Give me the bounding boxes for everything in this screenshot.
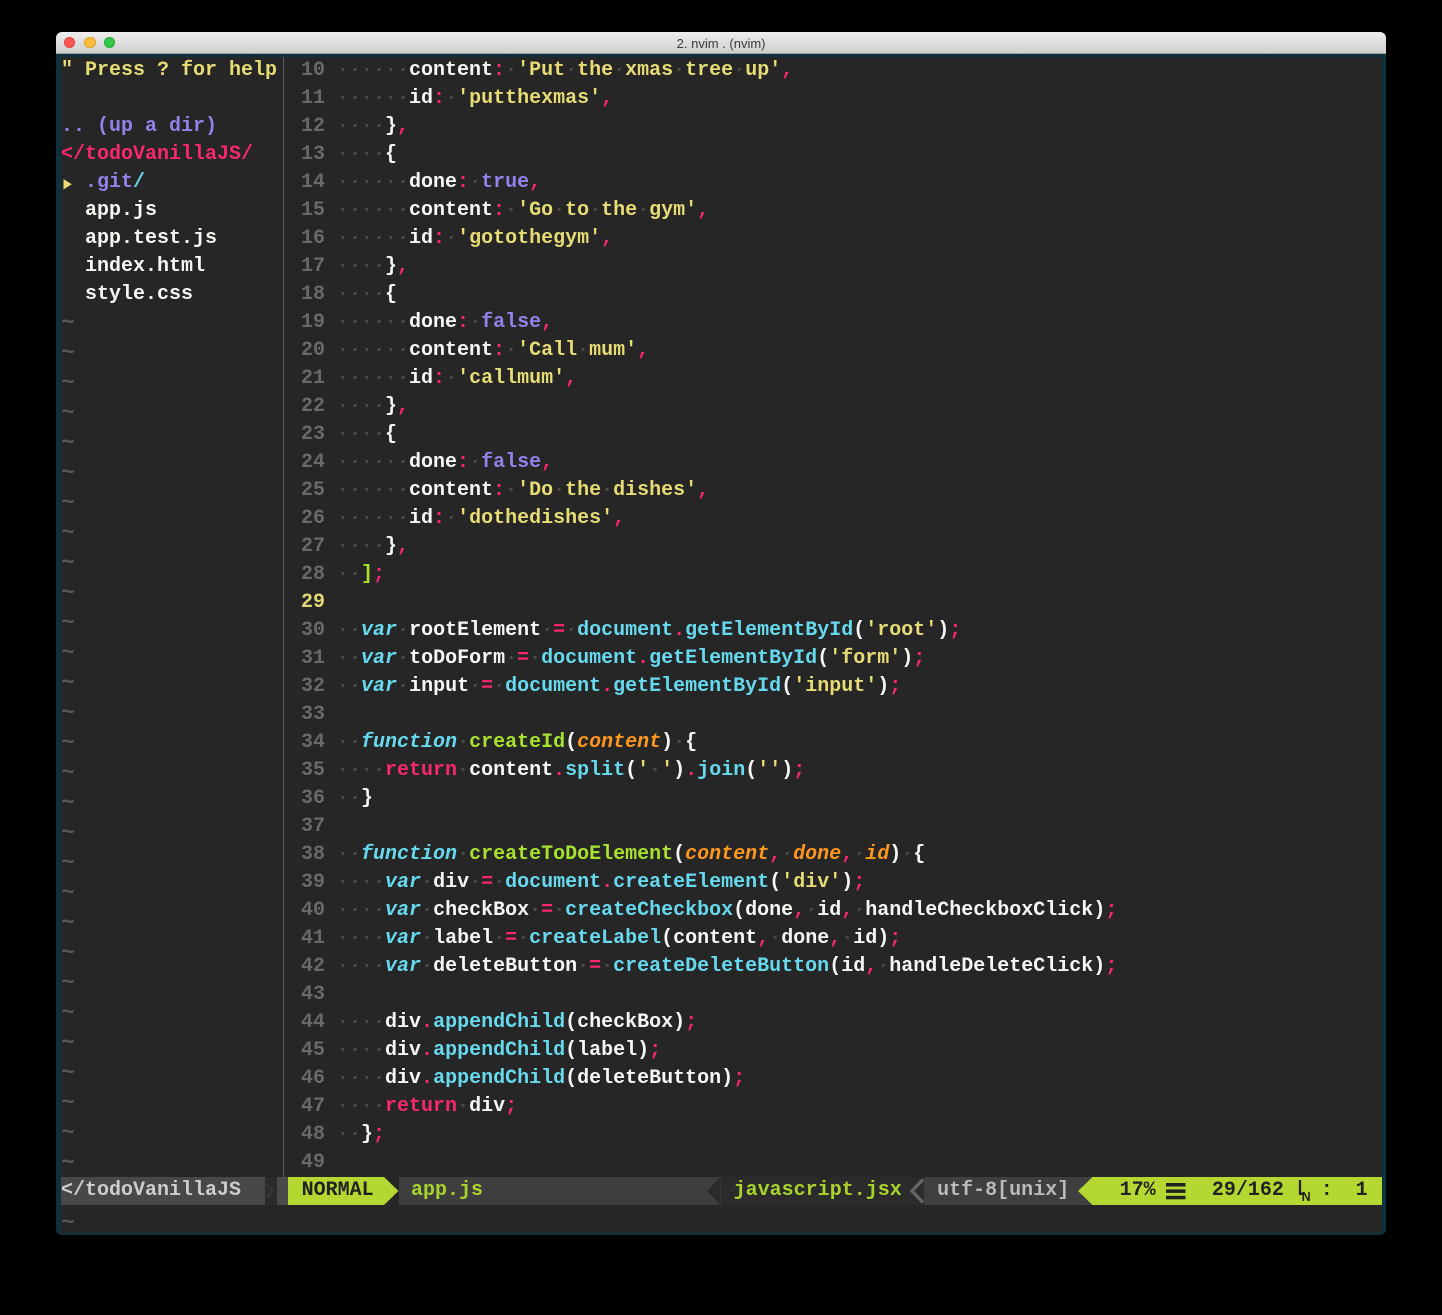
svg-text:N: N <box>1302 1190 1311 1204</box>
